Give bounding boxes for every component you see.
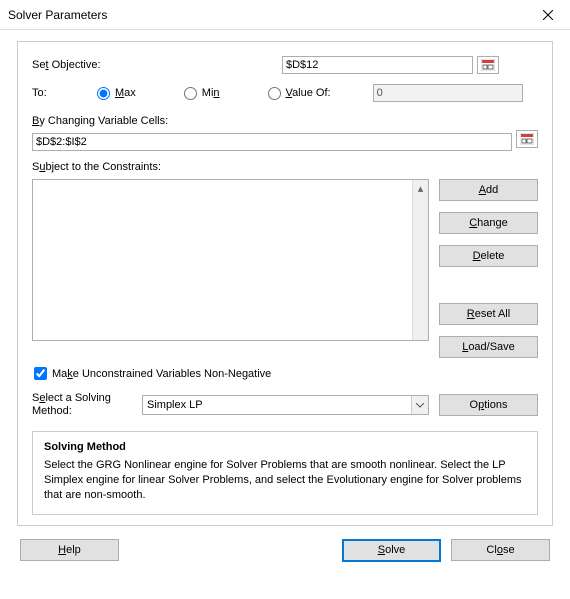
options-button[interactable]: Options [439,394,538,416]
method-select[interactable]: Simplex LP [142,395,429,415]
constraints-label: Subject to the Constraints: [32,161,538,173]
delete-button[interactable]: Delete [439,245,538,267]
objective-input[interactable] [282,56,473,74]
help-button[interactable]: Help [20,539,119,561]
constraints-listbox[interactable]: ▴ [32,179,429,341]
bycells-cellref-icon[interactable] [516,130,538,148]
close-button[interactable]: Close [451,539,550,561]
titlebar: Solver Parameters [0,0,570,30]
nonnegative-checkbox[interactable]: Make Unconstrained Variables Non-Negativ… [32,367,538,380]
add-button[interactable]: Add [439,179,538,201]
load-save-button[interactable]: Load/Save [439,336,538,358]
change-button[interactable]: Change [439,212,538,234]
radio-valueof[interactable]: Value Of: [268,87,331,100]
solving-method-description: Solving Method Select the GRG Nonlinear … [32,431,538,515]
close-icon[interactable] [526,0,570,29]
solve-button[interactable]: Solve [342,539,441,562]
objective-cellref-icon[interactable] [477,56,499,74]
scrollbar[interactable]: ▴ [412,180,428,340]
window-title: Solver Parameters [8,8,526,22]
desc-text: Select the GRG Nonlinear engine for Solv… [44,458,526,503]
reset-all-button[interactable]: Reset All [439,303,538,325]
scroll-up-icon[interactable]: ▴ [413,180,428,196]
method-label: Select a Solving Method: [32,392,132,418]
set-objective-label: Set Objective: [32,59,282,71]
to-label: To: [32,87,97,99]
chevron-down-icon [411,396,428,414]
main-panel: Set Objective: To: Max Min Value Of: [17,41,553,526]
by-cells-input[interactable] [32,133,512,151]
by-cells-label: By Changing Variable Cells: [32,115,538,127]
method-value: Simplex LP [147,399,203,411]
desc-title: Solving Method [44,441,526,453]
valueof-input[interactable] [373,84,523,102]
radio-max[interactable]: Max [97,87,136,100]
radio-min[interactable]: Min [184,87,220,100]
